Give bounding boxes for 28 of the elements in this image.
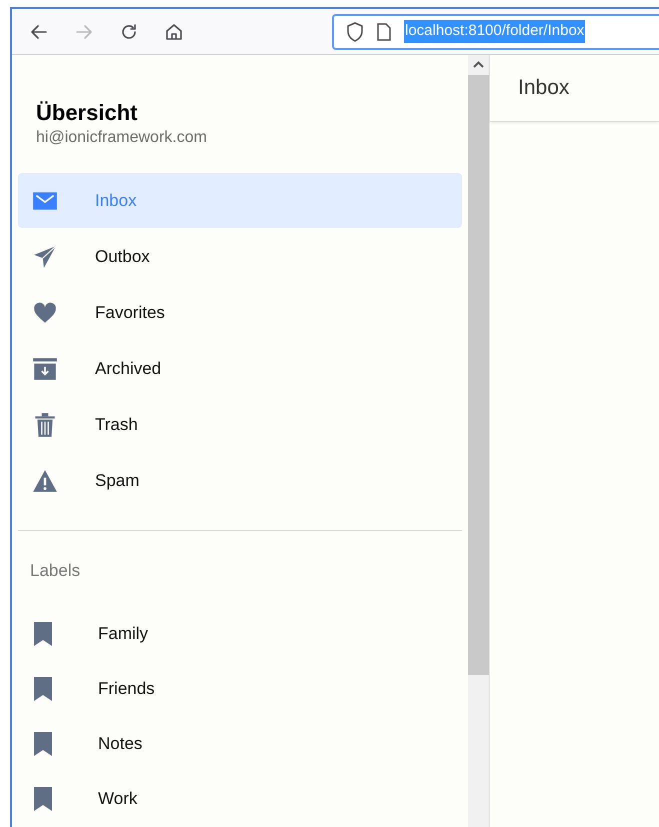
bookmark-icon (34, 677, 52, 701)
menu-item[interactable]: Spam (18, 453, 462, 508)
menu-item[interactable]: Archived (18, 341, 462, 396)
archive-icon (32, 356, 58, 382)
home-icon[interactable] (164, 22, 184, 42)
label-item[interactable]: Work (18, 772, 462, 826)
menu-title: Übersicht (36, 100, 138, 126)
menu-item[interactable]: Outbox (18, 229, 462, 284)
heart-icon (32, 300, 58, 326)
reload-icon[interactable] (119, 22, 139, 42)
shield-icon (346, 22, 364, 42)
bookmark-icon (34, 732, 52, 756)
menu-item[interactable]: Favorites (18, 285, 462, 340)
paper-plane-icon (32, 244, 58, 270)
warning-icon (32, 468, 58, 494)
labels-heading: Labels (29, 560, 82, 582)
bookmark-icon (34, 622, 52, 646)
label-item[interactable]: Notes (18, 716, 462, 772)
page-icon (376, 22, 392, 40)
label-item[interactable]: Friends (18, 662, 462, 716)
scrollbar-thumb[interactable] (468, 75, 489, 675)
scrollbar[interactable] (468, 55, 489, 827)
page-title: Inbox (518, 75, 570, 102)
menu-email: hi@ionicframework.com (36, 128, 208, 148)
url-text: localhost:8100/folder/Inbox (404, 20, 586, 43)
menu-item[interactable]: Trash (18, 397, 462, 452)
bookmark-icon (34, 787, 52, 811)
label-item[interactable]: Family (18, 606, 462, 662)
